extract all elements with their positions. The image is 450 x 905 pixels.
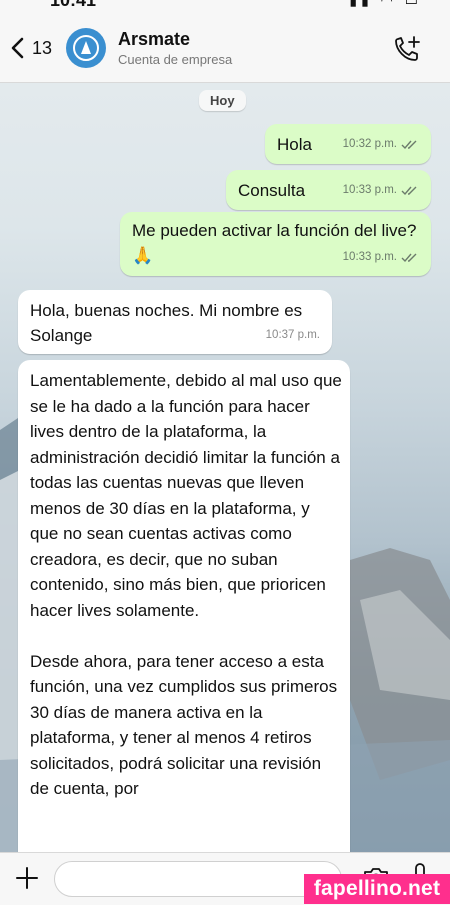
contact-subtitle: Cuenta de empresa: [118, 52, 233, 67]
message-meta: 10:33 p.m.: [343, 178, 419, 203]
message-text: Hola: [277, 135, 312, 154]
double-check-icon: [401, 253, 417, 263]
message-text: Consulta: [238, 181, 306, 200]
date-divider: Hoy: [199, 90, 246, 111]
arsmate-logo-icon: [73, 35, 100, 61]
message-bubble-outgoing[interactable]: Hola 10:32 p.m.: [265, 124, 431, 164]
message-bubble-incoming[interactable]: Hola, buenas noches. Mi nombre es Solang…: [18, 290, 332, 354]
message-time: 10:32 p.m.: [342, 138, 397, 150]
message-time: 10:37 p.m.: [265, 329, 320, 341]
double-check-icon: [401, 186, 417, 196]
message-time: 10:33 p.m.: [342, 184, 397, 196]
status-time: 10:41: [50, 0, 97, 10]
message-input[interactable]: [54, 861, 342, 897]
status-bar: 10:41 ▮▮ ◠ ▭: [0, 0, 450, 14]
message-meta: 10:33 p.m.: [343, 245, 419, 270]
unread-count: 13: [32, 37, 53, 58]
contact-name: Arsmate: [118, 29, 191, 49]
message-bubble-incoming[interactable]: Lamentablemente, debido al mal uso que s…: [18, 360, 350, 880]
message-text: Lamentablemente, debido al mal uso que s…: [30, 371, 342, 798]
add-call-icon[interactable]: [392, 34, 422, 64]
chevron-left-icon: [11, 37, 24, 59]
message-list[interactable]: Hoy Hola 10:32 p.m. Consulta 10:33 p.m. …: [0, 82, 450, 880]
message-bubble-outgoing[interactable]: Consulta 10:33 p.m.: [226, 170, 431, 210]
contact-info[interactable]: Arsmate Cuenta de empresa: [118, 29, 232, 67]
back-button[interactable]: 13: [8, 28, 52, 68]
message-meta: 10:32 p.m.: [343, 132, 419, 157]
avatar[interactable]: [66, 28, 107, 68]
message-time: 10:33 p.m.: [342, 251, 397, 263]
status-icons: ▮▮ ◠ ▭: [349, 0, 422, 8]
chat-header: 13 Arsmate Cuenta de empresa: [0, 14, 450, 83]
watermark: fapellino.net: [304, 874, 450, 904]
plus-icon[interactable]: [14, 865, 40, 891]
double-check-icon: [401, 140, 417, 150]
message-bubble-outgoing[interactable]: Me pueden activar la función del live? 🙏…: [120, 212, 431, 276]
